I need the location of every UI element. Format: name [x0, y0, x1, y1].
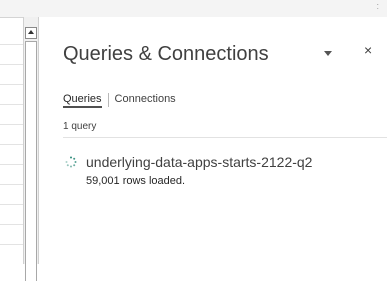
loading-spinner-icon [65, 156, 77, 168]
pane-tabs: Queries Connections [63, 91, 176, 109]
grid-line [0, 224, 23, 225]
chevron-down-icon[interactable] [324, 51, 332, 56]
worksheet-grid-edge[interactable] [0, 17, 23, 265]
grid-line [0, 204, 23, 205]
queries-connections-pane: Queries & Connections × Queries Connecti… [40, 17, 387, 264]
list-item[interactable]: underlying-data-apps-starts-2122-q2 59,0… [63, 153, 363, 197]
query-name[interactable]: underlying-data-apps-starts-2122-q2 [86, 153, 312, 171]
query-count: 1 query [63, 121, 97, 132]
grid-line [0, 144, 23, 145]
tab-connections[interactable]: Connections [115, 92, 176, 108]
divider [63, 137, 387, 138]
grid-line [0, 244, 23, 245]
scroll-up-arrow-icon[interactable] [25, 27, 37, 39]
vertical-scrollbar[interactable] [23, 17, 39, 281]
close-icon[interactable]: × [364, 43, 376, 57]
tab-divider [107, 93, 109, 107]
grid-line [0, 184, 23, 185]
grid-line [0, 64, 23, 65]
pane-title: Queries & Connections [63, 43, 269, 65]
grid-line [0, 104, 23, 105]
grid-line [0, 164, 23, 165]
query-status: 59,001 rows loaded. [86, 175, 186, 187]
grid-line [0, 84, 23, 85]
corner-mark: : [376, 1, 379, 11]
top-strip: : [0, 0, 387, 17]
grid-line [0, 44, 23, 45]
scroll-thumb[interactable] [25, 41, 37, 281]
grid-line [0, 124, 23, 125]
tab-queries[interactable]: Queries [63, 92, 102, 108]
